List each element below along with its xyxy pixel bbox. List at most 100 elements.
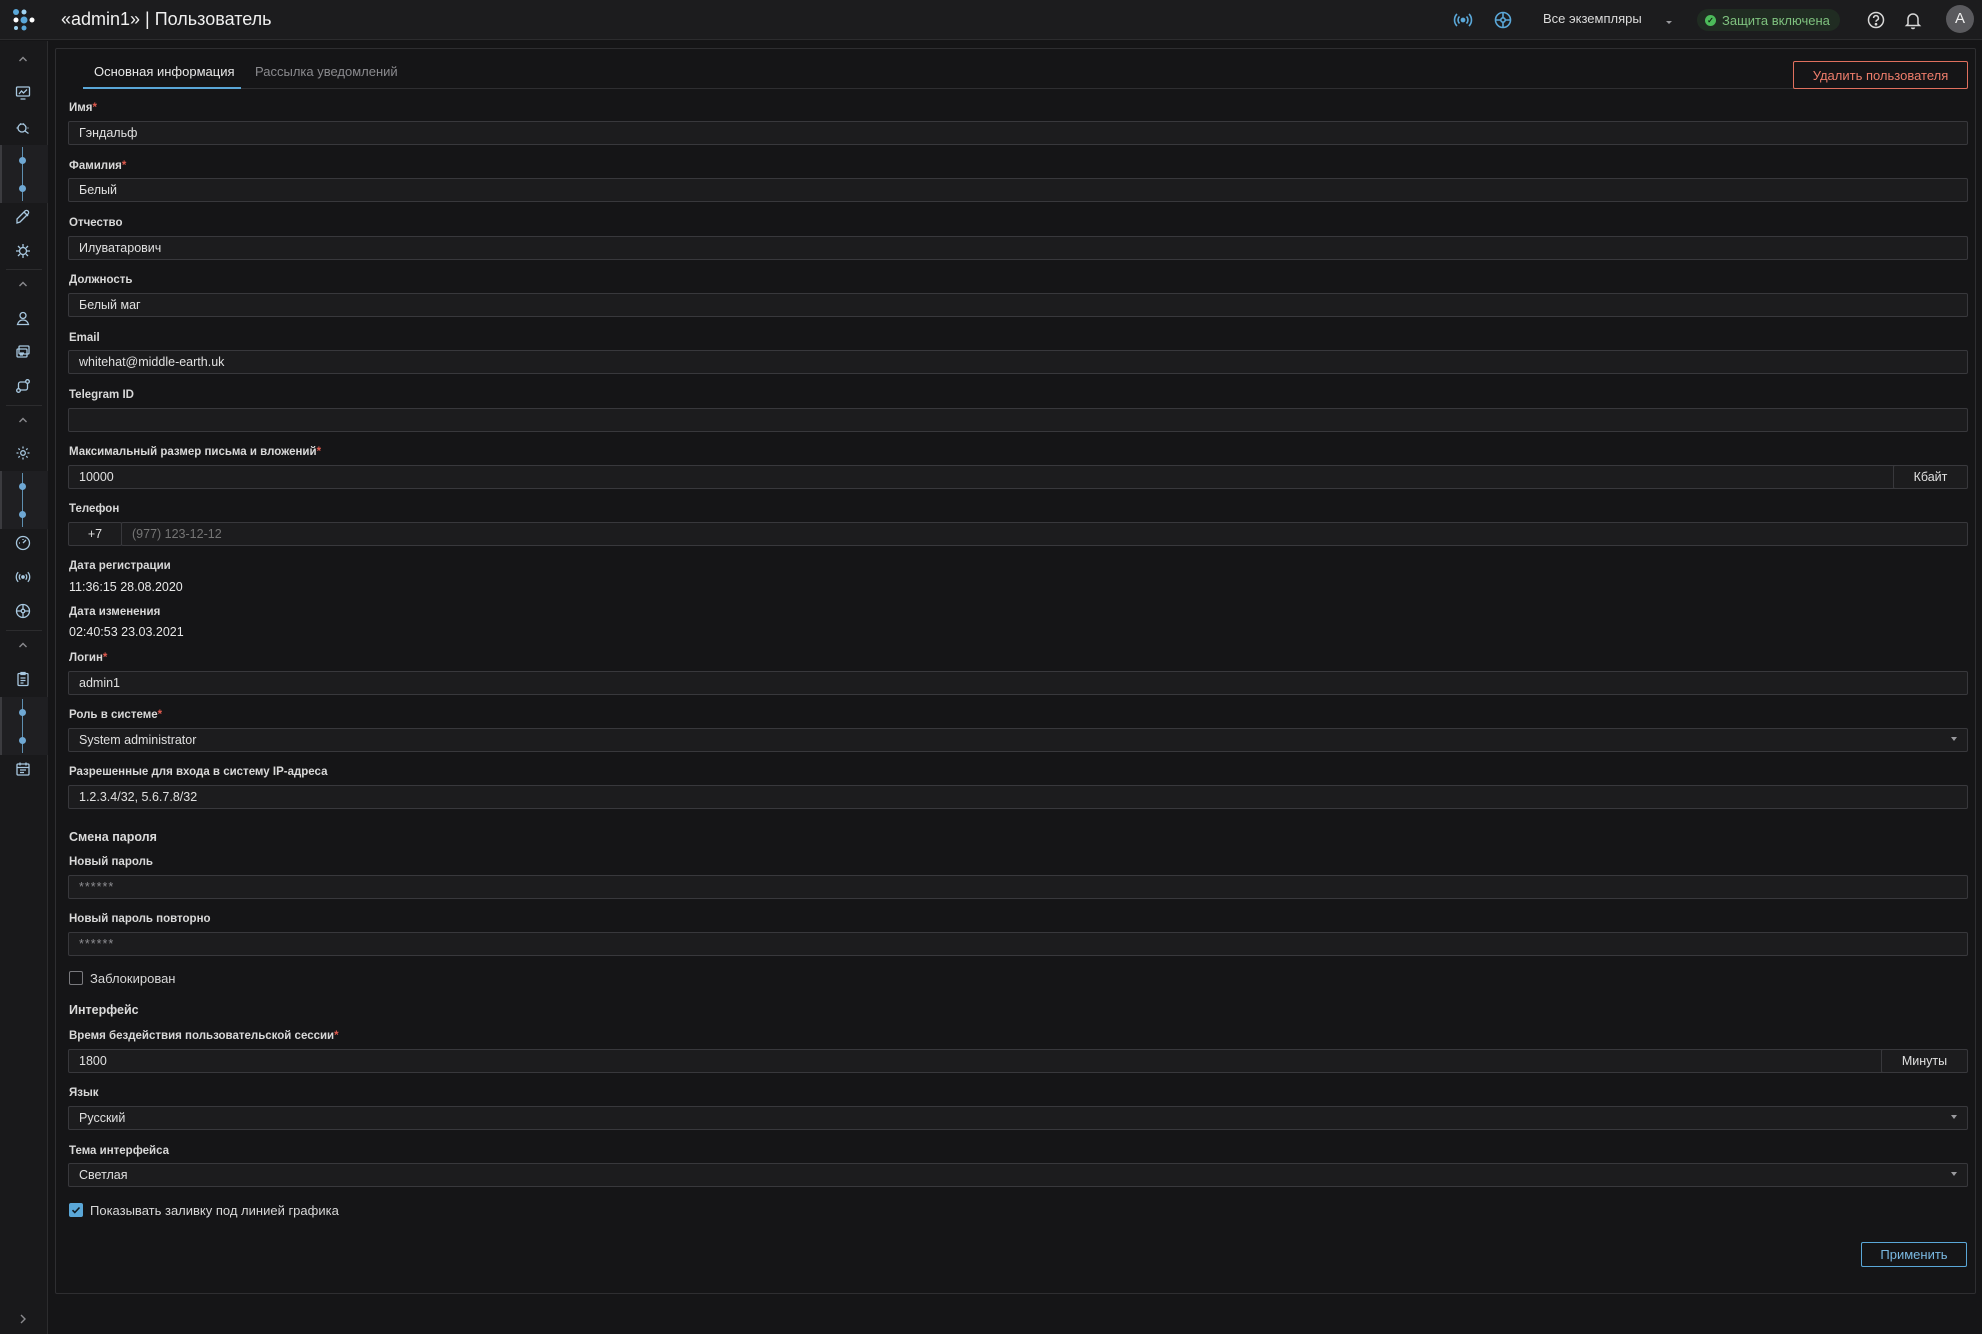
- chevron-up-icon[interactable]: [13, 410, 33, 430]
- instances-select[interactable]: Все экземпляры: [1543, 11, 1642, 26]
- idle-time-unit: Минуты: [1881, 1049, 1968, 1073]
- blocked-label: Заблокирован: [90, 970, 176, 986]
- users-group-icon[interactable]: [13, 342, 33, 362]
- new-password-label: Новый пароль: [69, 856, 153, 868]
- broadcast-icon[interactable]: [1452, 9, 1474, 31]
- sidebar-submenu-2: [0, 471, 48, 529]
- delete-user-button[interactable]: Удалить пользователя: [1793, 61, 1968, 89]
- patronymic-field[interactable]: [68, 236, 1968, 260]
- tab-notifications[interactable]: Рассылка уведомлений: [255, 63, 405, 89]
- page-title: «admin1» | Пользователь: [61, 9, 272, 29]
- blocked-checkbox[interactable]: [69, 971, 83, 985]
- mod-date-value: 02:40:53 23.03.2021: [69, 625, 184, 639]
- idle-time-label: Время бездействия пользовательской сесси…: [69, 1030, 339, 1042]
- theme-value: Светлая: [79, 1168, 128, 1182]
- email-field[interactable]: [68, 350, 1968, 374]
- bug-search-icon[interactable]: [13, 117, 33, 137]
- new-password-repeat-field[interactable]: [68, 932, 1968, 956]
- chevron-up-icon[interactable]: [13, 274, 33, 294]
- sidebar-submenu-3: [0, 697, 48, 755]
- virus-icon[interactable]: [13, 241, 33, 261]
- sidebar: [0, 41, 48, 1334]
- protection-status-label: Защита включена: [1722, 12, 1830, 28]
- sidebar-divider: [6, 630, 42, 631]
- routes-icon[interactable]: [13, 376, 33, 396]
- submenu-dot[interactable]: [19, 737, 26, 744]
- mod-date-label: Дата изменения: [69, 606, 161, 618]
- phone-field[interactable]: [121, 522, 1968, 546]
- telegram-field[interactable]: [68, 408, 1968, 432]
- phone-prefix: +7: [68, 522, 122, 546]
- submenu-dot[interactable]: [19, 157, 26, 164]
- fill-chart-label: Показывать заливку под линией графика: [90, 1202, 339, 1218]
- theme-label: Тема интерфейса: [69, 1145, 170, 1157]
- fill-chart-checkbox[interactable]: [69, 1203, 83, 1217]
- submenu-line: [22, 147, 23, 201]
- patronymic-label: Отчество: [69, 217, 123, 229]
- email-label: Email: [69, 332, 100, 344]
- new-password-repeat-label: Новый пароль повторно: [69, 913, 211, 925]
- network-icon[interactable]: [1492, 9, 1514, 31]
- blocked-checkbox-row[interactable]: Заблокирован: [69, 970, 175, 986]
- bell-icon[interactable]: [1902, 9, 1924, 31]
- chevron-down-icon[interactable]: [1664, 14, 1674, 24]
- top-bar: «admin1» | Пользователь Все экземпляры ✓…: [0, 0, 1982, 40]
- interface-section-title: Интерфейс: [69, 1003, 139, 1017]
- first-name-field[interactable]: [68, 121, 1968, 145]
- broadcast-icon[interactable]: [13, 567, 33, 587]
- submenu-dot[interactable]: [19, 185, 26, 192]
- role-label: Роль в системе*: [69, 709, 163, 721]
- user-icon[interactable]: [13, 308, 33, 328]
- protection-status-badge[interactable]: ✓ Защита включена: [1697, 9, 1840, 31]
- ips-field[interactable]: [68, 785, 1968, 809]
- last-name-label: Фамилия*: [69, 160, 127, 172]
- position-field[interactable]: [68, 293, 1968, 317]
- network-icon[interactable]: [13, 601, 33, 621]
- calendar-list-icon[interactable]: [13, 759, 33, 779]
- caret-down-icon: [1951, 1172, 1957, 1176]
- tab-basic-info[interactable]: Основная информация: [83, 63, 241, 89]
- phone-label: Телефон: [69, 503, 120, 515]
- submenu-dot[interactable]: [19, 511, 26, 518]
- gauge-icon[interactable]: [13, 533, 33, 553]
- max-size-field[interactable]: [68, 465, 1906, 489]
- theme-select[interactable]: Светлая: [68, 1163, 1968, 1187]
- chevron-up-icon[interactable]: [13, 49, 33, 69]
- caret-down-icon: [1951, 737, 1957, 741]
- submenu-line: [22, 699, 23, 753]
- first-name-label: Имя*: [69, 102, 97, 114]
- chevron-up-icon[interactable]: [13, 635, 33, 655]
- reg-date-value: 11:36:15 28.08.2020: [69, 580, 183, 594]
- last-name-field[interactable]: [68, 178, 1968, 202]
- apply-button[interactable]: Применить: [1861, 1242, 1967, 1267]
- submenu-dot[interactable]: [19, 709, 26, 716]
- reg-date-label: Дата регистрации: [69, 560, 171, 572]
- new-password-field[interactable]: [68, 875, 1968, 899]
- ips-label: Разрешенные для входа в систему IP-адрес…: [69, 766, 328, 778]
- logo-icon[interactable]: [11, 7, 37, 33]
- rocket-icon[interactable]: [13, 207, 33, 227]
- clipboard-icon[interactable]: [13, 669, 33, 689]
- tabs: Основная информация Рассылка уведомлений: [83, 63, 1813, 89]
- sidebar-submenu-1: [0, 145, 48, 203]
- help-icon[interactable]: [1865, 9, 1887, 31]
- role-value: System administrator: [79, 733, 197, 747]
- caret-down-icon: [1951, 1115, 1957, 1119]
- submenu-dot[interactable]: [19, 483, 26, 490]
- fill-chart-checkbox-row[interactable]: Показывать заливку под линией графика: [69, 1202, 339, 1218]
- monitor-chart-icon[interactable]: [13, 83, 33, 103]
- login-label: Логин*: [69, 652, 108, 664]
- role-select[interactable]: System administrator: [68, 728, 1968, 752]
- avatar[interactable]: A: [1946, 5, 1974, 33]
- check-icon: [71, 1206, 81, 1214]
- idle-time-field[interactable]: [68, 1049, 1894, 1073]
- sidebar-divider: [6, 269, 42, 270]
- password-section-title: Смена пароля: [69, 830, 157, 844]
- language-select[interactable]: Русский: [68, 1106, 1968, 1130]
- login-field[interactable]: [68, 671, 1968, 695]
- chevron-right-icon[interactable]: [13, 1309, 33, 1329]
- gear-icon[interactable]: [13, 443, 33, 463]
- language-value: Русский: [79, 1111, 126, 1125]
- position-label: Должность: [69, 274, 133, 286]
- telegram-label: Telegram ID: [69, 389, 134, 401]
